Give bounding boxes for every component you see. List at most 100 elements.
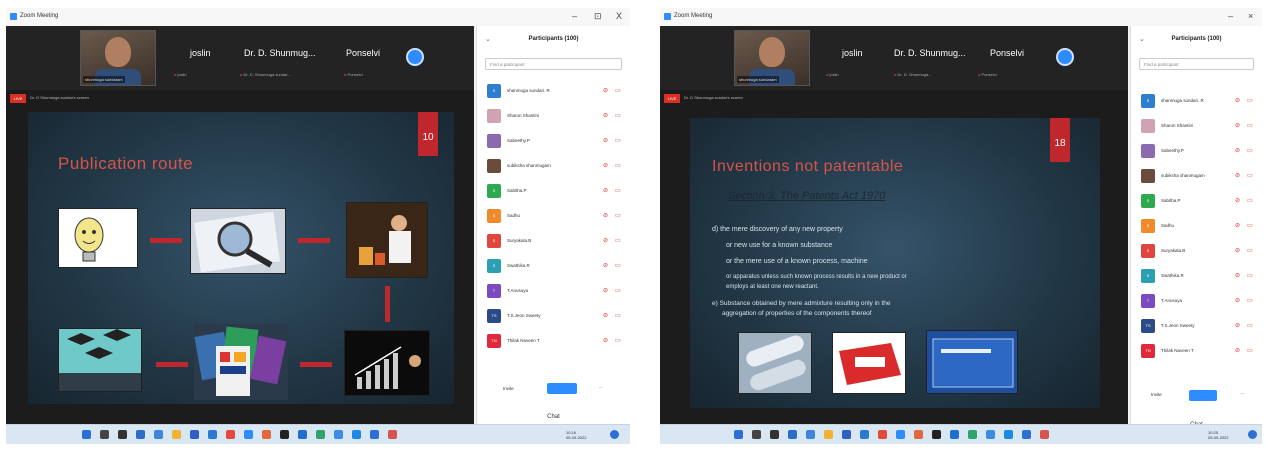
mute-all-button[interactable] [547,383,577,394]
view-options-label[interactable]: Dr. D Shunmuga sundar's screen [684,95,743,100]
participant-name: Sharon Shantini [1161,123,1194,128]
participant-row[interactable]: S Suryakala.B ⊘ ▭ [477,230,630,255]
tile-name-joslin[interactable]: joslin [842,48,863,58]
word-icon[interactable] [950,430,959,439]
participant-row[interactable]: Sabeethy.P ⊘ ▭ [1131,140,1262,165]
participant-row[interactable]: S Sadhu ⊘ ▭ [477,205,630,230]
self-video-tile[interactable]: shunmuga sundaram [80,30,156,86]
participant-row[interactable]: Sharon Shantini ⊘ ▭ [1131,115,1262,140]
participant-row[interactable]: Sshanmuga sundari. R ⊘ ▭ [477,80,630,105]
task-view-icon[interactable] [118,430,127,439]
close-button[interactable]: × [1248,11,1253,21]
tile-name-ponselvi[interactable]: Ponselvi [346,48,380,58]
app-icon-3[interactable] [1022,430,1031,439]
minimize-button[interactable]: – [572,11,577,21]
tile-name-shunmuga[interactable]: Dr. D. Shunmug... [244,48,316,58]
participant-row[interactable]: T T.Anusuya ⊘ ▭ [477,280,630,305]
video-off-icon: ▭ [615,263,621,269]
next-page-icon[interactable] [406,48,424,66]
view-options-bar: LIVE Dr. D Shunmuga sundar's screen [6,92,474,106]
excel-icon[interactable] [968,430,977,439]
teams-icon[interactable] [986,430,995,439]
participant-row[interactable]: S Sabitha.P ⊘ ▭ [477,180,630,205]
participants-title: Participants (100) [1171,36,1222,42]
tile-name-shunmuga[interactable]: Dr. D. Shunmug... [894,48,966,58]
participant-name: Sadhu [507,213,521,218]
store-icon[interactable] [190,430,199,439]
maximize-button[interactable]: ⊡ [594,11,602,22]
mail-icon[interactable] [208,430,217,439]
start-icon[interactable] [734,430,743,439]
widgets-icon[interactable] [136,430,145,439]
file-explorer-icon[interactable] [824,430,833,439]
participant-row[interactable]: subiksha shanmugam ⊘ ▭ [1131,165,1262,190]
app-icon-2[interactable] [1004,430,1013,439]
edge-icon[interactable] [154,430,163,439]
powerpoint-icon[interactable] [262,430,271,439]
participant-row[interactable]: TS T.S.Jeon Sweety ⊘ ▭ [477,305,630,330]
share-badge: LIVE [10,94,26,103]
widgets-icon[interactable] [788,430,797,439]
zoom-taskbar-icon[interactable] [896,430,905,439]
close-button[interactable]: X [616,11,622,21]
powerpoint-icon[interactable] [914,430,923,439]
excel-icon[interactable] [316,430,325,439]
participant-row[interactable]: TN Thilak Naveen T ⊘ ▭ [477,330,630,355]
participant-row[interactable]: TN Thilak Naveen T ⊘ ▭ [1131,340,1262,365]
search-icon[interactable] [100,430,109,439]
app-icon[interactable] [280,430,289,439]
muted-mic-icon: ⊘ [1235,98,1241,104]
participant-row[interactable]: S Swathika.R ⊘ ▭ [477,255,630,280]
participant-search-input[interactable]: Find a participant [485,58,622,70]
participant-row[interactable]: TS T.S.Jeon Sweety ⊘ ▭ [1131,315,1262,340]
store-icon[interactable] [842,430,851,439]
participant-row[interactable]: S Sadhu ⊘ ▭ [1131,215,1262,240]
tile-name-ponselvi[interactable]: Ponselvi [990,48,1024,58]
video-off-icon: ▭ [615,163,621,169]
tablet-strip-image [926,330,1018,394]
notifications-icon[interactable] [610,430,619,439]
self-video-tile[interactable]: shunmuga sundaram [734,30,810,86]
muted-mic-icon: ⊘ [603,138,609,144]
slide-subheading: Section 3, The Patents Act 1970 [728,190,886,202]
participant-row[interactable]: Sharon Shantini ⊘ ▭ [477,105,630,130]
muted-mic-icon: ⊘ [1235,198,1241,204]
participant-avatar: S [1141,94,1155,108]
minimize-button[interactable]: – [1228,11,1233,21]
file-explorer-icon[interactable] [172,430,181,439]
app-icon[interactable] [932,430,941,439]
edge-icon[interactable] [806,430,815,439]
participant-row[interactable]: S Swathika.R ⊘ ▭ [1131,265,1262,290]
next-page-icon[interactable] [1056,48,1074,66]
participant-row[interactable]: subiksha shanmugam ⊘ ▭ [477,155,630,180]
participant-row[interactable]: S Sabitha.P ⊘ ▭ [1131,190,1262,215]
mute-all-button[interactable] [1189,390,1217,401]
teams-icon[interactable] [334,430,343,439]
chrome-icon[interactable] [878,430,887,439]
task-view-icon[interactable] [770,430,779,439]
more-button[interactable]: ... [599,384,630,389]
more-button[interactable]: ... [1241,390,1262,395]
start-icon[interactable] [82,430,91,439]
view-options-label[interactable]: Dr. D Shunmuga sundar's screen [30,95,89,100]
tile-name-joslin[interactable]: joslin [190,48,211,58]
word-icon[interactable] [298,430,307,439]
participant-row[interactable]: Sshanmuga sundari. R ⊘ ▭ [1131,90,1262,115]
chat-button[interactable]: Chat [477,414,630,420]
participant-name: Sadhu [1161,223,1175,228]
participant-row[interactable]: Sabeethy.P ⊘ ▭ [477,130,630,155]
zoom-taskbar-icon[interactable] [244,430,253,439]
chrome-icon[interactable] [226,430,235,439]
capsules-icon [746,335,806,391]
app-icon-4[interactable] [388,430,397,439]
participant-search-input[interactable]: Find a participant [1139,58,1254,70]
graduation-caps-icon [59,329,141,391]
notifications-icon[interactable] [1248,430,1257,439]
app-icon-2[interactable] [352,430,361,439]
search-icon[interactable] [752,430,761,439]
mail-icon[interactable] [860,430,869,439]
app-icon-4[interactable] [1040,430,1049,439]
participant-row[interactable]: S Suryakala.B ⊘ ▭ [1131,240,1262,265]
participant-row[interactable]: T T.Anusuya ⊘ ▭ [1131,290,1262,315]
app-icon-3[interactable] [370,430,379,439]
